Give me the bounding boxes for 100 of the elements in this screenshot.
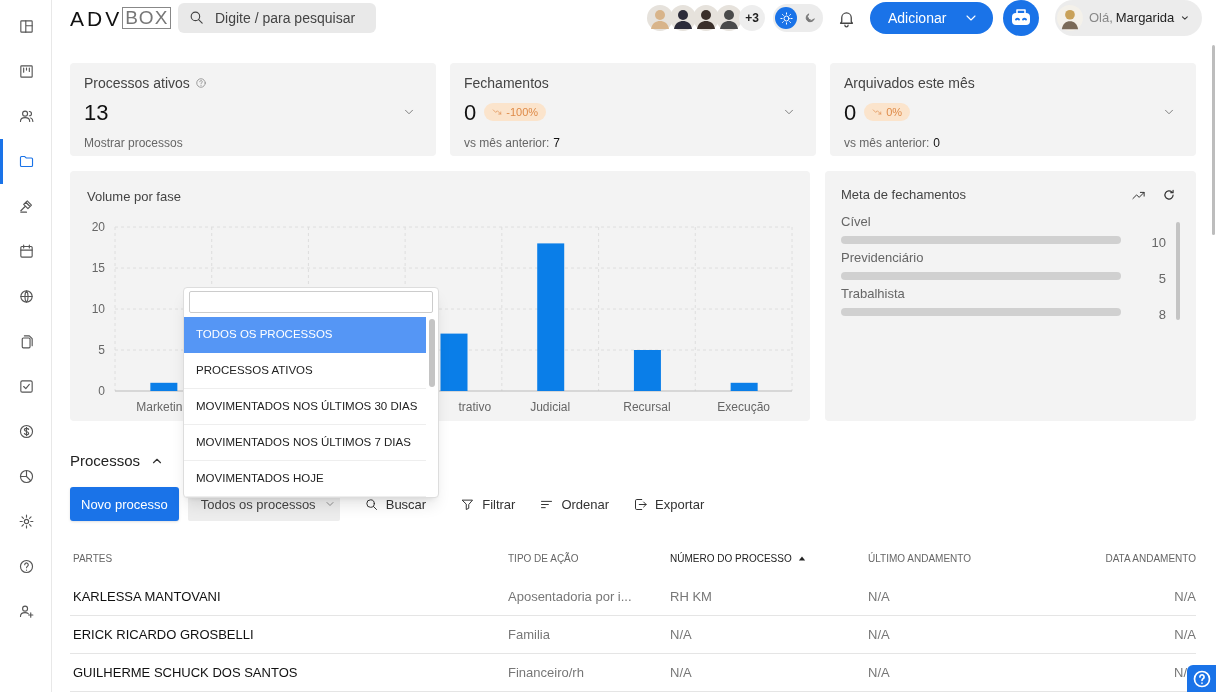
axis-tick-label: 5 (98, 343, 105, 358)
scrollbar[interactable] (429, 319, 435, 387)
axis-tick-label: 10 (91, 302, 105, 317)
bar (440, 333, 468, 392)
table-cell-text: KARLESSA MANTOVANI (72, 587, 222, 606)
help-icon[interactable] (194, 77, 207, 89)
stat-value: 0 (844, 98, 857, 127)
toolbar-button[interactable]: Exportar (633, 487, 705, 522)
dropdown-search-field[interactable] (189, 291, 433, 313)
column-header[interactable]: NÚMERO DO PROCESSO (667, 551, 865, 567)
kanban-icon (17, 63, 35, 80)
pie-chart-icon (17, 468, 35, 485)
stat-value: 13 (84, 98, 109, 127)
comparison-value: 0 (933, 135, 941, 152)
user-avatar (1057, 2, 1083, 34)
add-button[interactable]: Adicionar (870, 2, 993, 34)
goal-value: 10 (1151, 233, 1166, 252)
gavel-icon (17, 198, 35, 215)
card-title: Meta de fechamentos (841, 186, 967, 205)
refresh-icon[interactable] (1162, 188, 1176, 203)
search-icon (363, 496, 379, 512)
table-cell-text: N/A (867, 663, 891, 682)
table-cell-text: N/A (669, 663, 693, 682)
table-cell-text: Aposentadoria por i... (507, 587, 633, 606)
dropdown-option[interactable]: MOVIMENTADOS HOJE (184, 461, 426, 497)
column-header[interactable]: PARTES (70, 551, 505, 567)
logo-text: BOX (122, 7, 172, 29)
category-label: Judicial (530, 400, 571, 415)
column-header[interactable]: DATA ANDAMENTO (1066, 551, 1196, 567)
comparison-value: 7 (553, 135, 561, 152)
dollar-icon (17, 423, 35, 440)
add-user-icon (17, 603, 35, 620)
category-label: Marketin (136, 400, 183, 415)
card-title: Fechamentos (464, 73, 549, 93)
calendar-icon (17, 243, 35, 260)
globe-icon (17, 288, 35, 305)
card-title: Arquivados este mês (844, 73, 975, 93)
new-process-button[interactable]: Novo processo (70, 487, 179, 522)
user-menu[interactable]: Olá, Margarida (1055, 0, 1202, 36)
card-title: Processos ativos (84, 73, 190, 93)
table-cell-text: GUILHERME SCHUCK DOS SANTOS (72, 663, 299, 682)
category-label: Recursal (623, 400, 671, 415)
toolbar-button[interactable]: Filtrar (460, 487, 516, 522)
goal-label: Previdenciário (841, 250, 925, 267)
export-icon (633, 496, 649, 512)
axis-tick-label: 15 (91, 261, 105, 276)
trend-down-icon (492, 107, 503, 117)
dropdown-option[interactable]: MOVIMENTADOS NOS ÚLTIMOS 30 DIAS (184, 389, 426, 425)
help-icon (17, 558, 35, 575)
search-field[interactable]: Digite / para pesquisar (178, 3, 376, 33)
checkbox-icon (17, 378, 35, 395)
sun-icon[interactable] (775, 7, 797, 29)
help-button[interactable] (1187, 665, 1216, 692)
table-cell-text: RH KM (669, 587, 713, 606)
user-name: Margarida (1115, 9, 1175, 28)
section-title: Processos (70, 451, 141, 471)
bar (150, 382, 178, 392)
table-cell-text: N/A (1173, 625, 1196, 644)
table-cell-text: N/A (1173, 587, 1196, 606)
trend-badge: 0% (864, 103, 911, 121)
theme-toggle[interactable] (773, 4, 823, 32)
greeting-text: Olá, (1088, 9, 1113, 28)
goal-value: 5 (1158, 269, 1166, 288)
category-label: trativo (458, 400, 492, 415)
stat-value: 0 (464, 98, 477, 127)
settings-icon (17, 513, 35, 530)
dropdown-option[interactable]: MOVIMENTADOS NOS ÚLTIMOS 7 DIAS (184, 425, 426, 461)
table-cell-text: N/A (867, 587, 891, 606)
trend-badge: -100% (484, 103, 547, 121)
help-icon (1191, 668, 1212, 689)
avatar[interactable] (716, 5, 742, 31)
trend-down-icon (872, 107, 883, 117)
avatar[interactable] (670, 5, 696, 31)
avatar[interactable] (693, 5, 719, 31)
category-label: Execução (717, 400, 770, 415)
table-cell-text: Financeiro/rh (507, 663, 585, 682)
users-icon (17, 108, 35, 125)
scrollbar[interactable] (1212, 45, 1215, 235)
assistant-button[interactable] (1003, 0, 1039, 36)
filter-icon (460, 496, 476, 512)
column-header[interactable]: ÚLTIMO ANDAMENTO (865, 551, 1066, 567)
comparison-label: vs mês anterior: (844, 135, 930, 152)
table-cell-text: N/A (669, 625, 693, 644)
show-processes-link[interactable]: Mostrar processos (84, 134, 183, 152)
goal-label: Cível (841, 214, 872, 231)
layout-icon (17, 18, 35, 35)
bar (633, 350, 661, 392)
comparison-label: vs mês anterior: (464, 135, 550, 152)
goal-label: Trabalhista (841, 286, 906, 303)
chart-title: Volume por fase (86, 188, 182, 207)
column-header[interactable]: TIPO DE AÇÃO (505, 551, 667, 567)
search-icon (188, 9, 205, 26)
dropdown-option[interactable]: PROCESSOS ATIVOS (184, 353, 426, 389)
goal-value: 8 (1158, 305, 1166, 324)
toolbar-button[interactable]: Ordenar (539, 487, 610, 522)
axis-tick-label: 0 (98, 384, 105, 399)
folder-icon (17, 153, 35, 170)
table-cell-text: N/A (867, 625, 891, 644)
scrollbar[interactable] (1176, 222, 1180, 321)
more-avatars-badge[interactable]: +3 (739, 5, 765, 31)
